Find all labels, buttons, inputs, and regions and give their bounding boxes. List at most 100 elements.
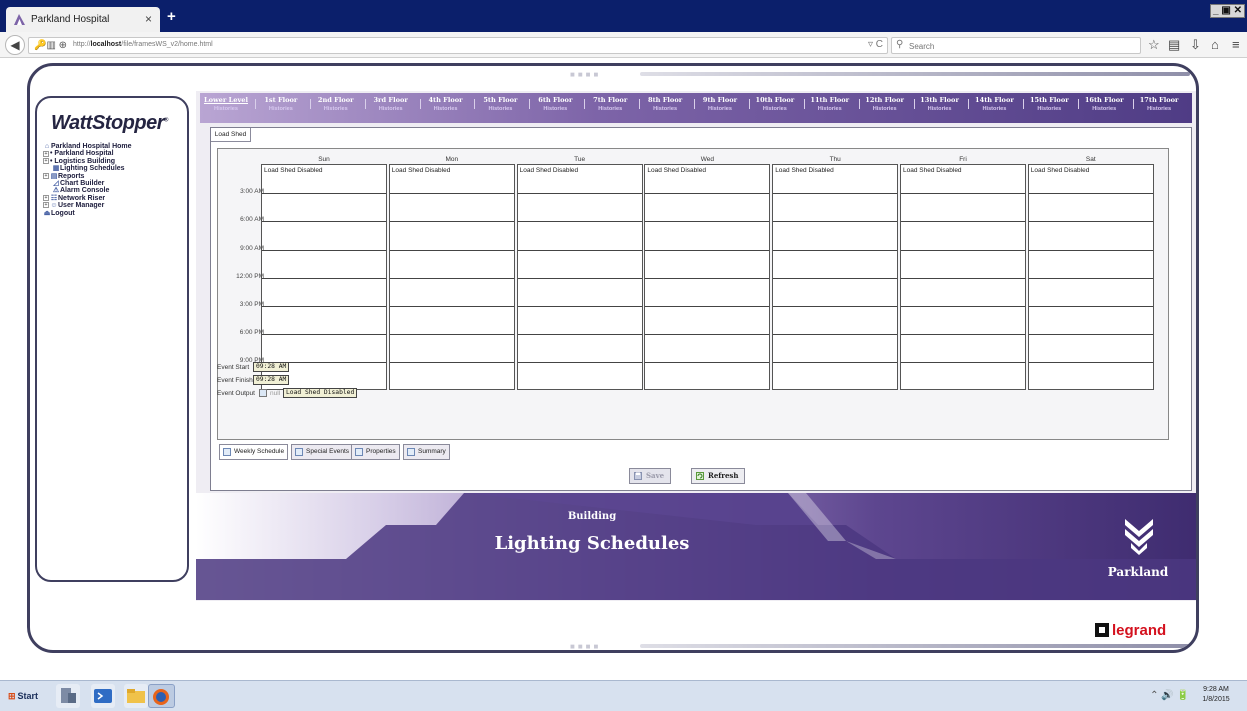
back-icon[interactable]: ◀ <box>5 35 25 55</box>
floor-tab-4[interactable]: 4th Floor Histories <box>420 96 472 114</box>
search-input[interactable] <box>909 40 1129 52</box>
floor-label[interactable]: 10th Floor <box>749 96 801 105</box>
histories-link[interactable]: Histories <box>255 105 307 114</box>
window-controls[interactable]: _ ▣ ✕ <box>1210 4 1245 18</box>
floor-tab-12[interactable]: 12th Floor Histories <box>859 96 911 114</box>
floor-tab-11[interactable]: 11th Floor Histories <box>804 96 856 114</box>
tab-special-events[interactable]: Special Events <box>291 444 353 460</box>
floor-label[interactable]: 13th Floor <box>914 96 966 105</box>
floor-label[interactable]: 3rd Floor <box>365 96 417 105</box>
floor-tab-8[interactable]: 8th Floor Histories <box>639 96 691 114</box>
schedule-event[interactable]: Load Shed Disabled <box>903 167 962 174</box>
histories-link[interactable]: Histories <box>804 105 856 114</box>
schedule-event[interactable]: Load Shed Disabled <box>392 167 451 174</box>
floor-label[interactable]: 17th Floor <box>1133 96 1185 105</box>
histories-link[interactable]: Histories <box>749 105 801 114</box>
event-output-field[interactable]: Load Shed Disabled <box>283 388 358 398</box>
floor-tab-7[interactable]: 7th Floor Histories <box>584 96 636 114</box>
refresh-button[interactable]: Refresh <box>691 468 746 484</box>
histories-link[interactable]: Histories <box>365 105 417 114</box>
floor-label[interactable]: 6th Floor <box>529 96 581 105</box>
save-button[interactable]: Save <box>629 468 672 484</box>
expand-icon[interactable]: + <box>43 202 49 209</box>
reload-icon[interactable]: ▿ C <box>868 39 883 50</box>
day-column[interactable]: Load Shed Disabled <box>388 164 515 390</box>
search-bar[interactable]: ⚲ <box>891 37 1141 54</box>
floor-label[interactable]: 12th Floor <box>859 96 911 105</box>
floor-label[interactable]: 1st Floor <box>255 96 307 105</box>
new-tab-button[interactable]: + <box>167 8 176 25</box>
floor-label[interactable]: 16th Floor <box>1078 96 1130 105</box>
schedule-event[interactable]: Load Shed Disabled <box>1031 167 1090 174</box>
tree-item-8[interactable]: + ☺User Manager <box>43 202 188 209</box>
url-bar[interactable]: 🔑▥ ⊕ http://localhost/file/framesWS_v2/h… <box>28 37 888 54</box>
floor-tab-10[interactable]: 10th Floor Histories <box>749 96 801 114</box>
floor-tab-1[interactable]: 1st Floor Histories <box>255 96 307 114</box>
tab-properties[interactable]: Properties <box>351 444 400 460</box>
tree-item-0[interactable]: ⌂ Parkland Hospital Home <box>43 143 188 150</box>
day-column[interactable]: Load Shed Disabled <box>900 164 1026 390</box>
floor-tab-6[interactable]: 6th Floor Histories <box>529 96 581 114</box>
tree-item-2[interactable]: + • Logistics Building <box>43 158 188 165</box>
floor-tab-0[interactable]: Lower Level Histories <box>200 96 252 114</box>
histories-link[interactable]: Histories <box>1078 105 1130 114</box>
floor-tab-5[interactable]: 5th Floor Histories <box>474 96 526 114</box>
library-icon[interactable]: ▤ <box>1168 37 1180 53</box>
tree-item-3[interactable]: ▦Lighting Schedules <box>43 165 188 172</box>
browser-tab[interactable]: Parkland Hospital × <box>6 7 160 32</box>
bookmark-star-icon[interactable]: ☆ <box>1148 37 1160 53</box>
floor-tab-9[interactable]: 9th Floor Histories <box>694 96 746 114</box>
schedule-event[interactable]: Load Shed Disabled <box>775 167 834 174</box>
taskbar-powershell-icon[interactable] <box>91 684 115 708</box>
floor-tab-14[interactable]: 14th Floor Histories <box>968 96 1020 114</box>
schedule-event[interactable]: Load Shed Disabled <box>647 167 706 174</box>
output-color-swatch[interactable] <box>259 389 267 397</box>
event-start-field[interactable]: 09:28 AM <box>253 362 290 372</box>
menu-icon[interactable]: ≡ <box>1232 37 1240 52</box>
histories-link[interactable]: Histories <box>639 105 691 114</box>
floor-tab-3[interactable]: 3rd Floor Histories <box>365 96 417 114</box>
floor-label[interactable]: 2nd Floor <box>310 96 362 105</box>
tree-item-9[interactable]: ⏏Logout <box>43 210 188 217</box>
floor-label[interactable]: 15th Floor <box>1023 96 1075 105</box>
taskbar-explorer-icon[interactable] <box>124 684 148 708</box>
taskbar-server-manager-icon[interactable] <box>56 684 80 708</box>
taskbar-firefox-icon[interactable] <box>148 684 175 708</box>
floor-label[interactable]: 5th Floor <box>474 96 526 105</box>
floor-label[interactable]: Lower Level <box>200 96 252 105</box>
histories-link[interactable]: Histories <box>584 105 636 114</box>
tab-load-shed[interactable]: Load Shed <box>211 128 251 142</box>
tree-item-6[interactable]: ⚠Alarm Console <box>43 187 188 194</box>
histories-link[interactable]: Histories <box>200 105 252 114</box>
schedule-event[interactable]: Load Shed Disabled <box>520 167 579 174</box>
floor-label[interactable]: 11th Floor <box>804 96 856 105</box>
histories-link[interactable]: Histories <box>694 105 746 114</box>
floor-tab-15[interactable]: 15th Floor Histories <box>1023 96 1075 114</box>
tree-item-7[interactable]: + ☷Network Riser <box>43 195 188 202</box>
tab-summary[interactable]: Summary <box>403 444 450 460</box>
day-column[interactable]: Load Shed Disabled <box>516 164 643 390</box>
floor-tab-13[interactable]: 13th Floor Histories <box>914 96 966 114</box>
day-column[interactable]: Load Shed Disabled <box>1027 164 1154 390</box>
tab-weekly-schedule[interactable]: Weekly Schedule <box>219 444 289 460</box>
histories-link[interactable]: Histories <box>1133 105 1185 114</box>
download-icon[interactable]: ⇩ <box>1190 37 1201 53</box>
floor-label[interactable]: 9th Floor <box>694 96 746 105</box>
day-column[interactable]: Load Shed Disabled <box>261 164 387 390</box>
day-column[interactable]: Load Shed Disabled <box>772 164 899 390</box>
floor-tab-2[interactable]: 2nd Floor Histories <box>310 96 362 114</box>
clock[interactable]: 9:28 AM 1/8/2015 <box>1191 685 1241 705</box>
histories-link[interactable]: Histories <box>914 105 966 114</box>
tree-item-4[interactable]: + ▤Reports <box>43 173 188 180</box>
event-finish-field[interactable]: 09:28 AM <box>253 375 290 385</box>
floor-label[interactable]: 7th Floor <box>584 96 636 105</box>
histories-link[interactable]: Histories <box>474 105 526 114</box>
tray-icons[interactable]: ⌃ 🔊 🔋 <box>1150 690 1189 701</box>
expand-icon[interactable]: + <box>43 172 49 179</box>
floor-label[interactable]: 14th Floor <box>968 96 1020 105</box>
floor-tab-16[interactable]: 16th Floor Histories <box>1078 96 1130 114</box>
expand-icon[interactable]: + <box>43 194 49 201</box>
histories-link[interactable]: Histories <box>529 105 581 114</box>
floor-label[interactable]: 8th Floor <box>639 96 691 105</box>
histories-link[interactable]: Histories <box>310 105 362 114</box>
